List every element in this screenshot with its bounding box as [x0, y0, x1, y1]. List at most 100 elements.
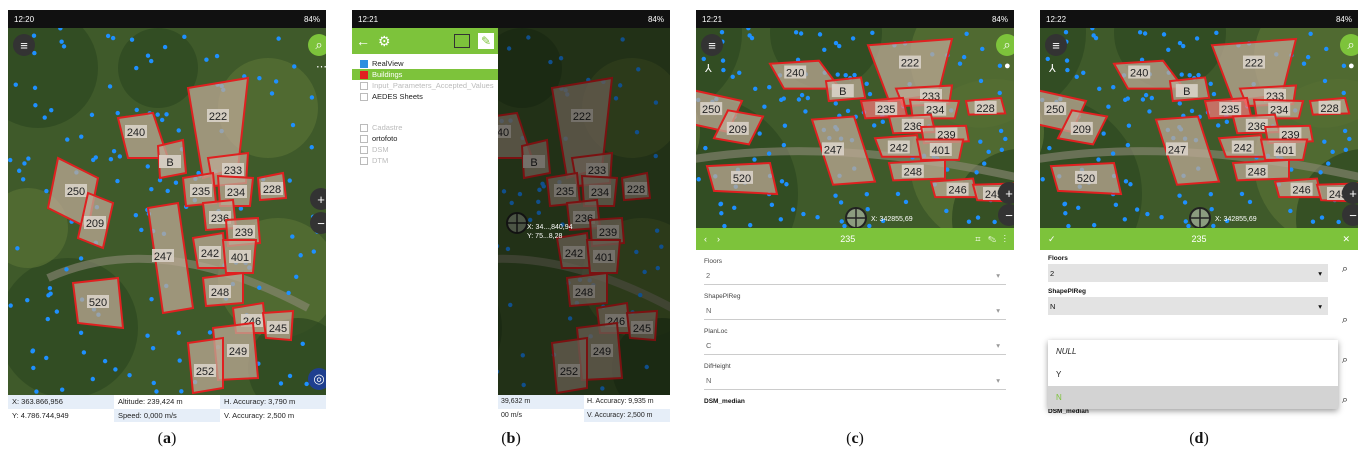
- survey-point[interactable]: [766, 151, 772, 156]
- survey-point[interactable]: [8, 303, 13, 308]
- survey-point[interactable]: [1308, 31, 1313, 36]
- survey-point[interactable]: [1143, 92, 1149, 98]
- planloc-select[interactable]: C ▾: [704, 337, 1006, 355]
- survey-point[interactable]: [309, 95, 315, 100]
- survey-point[interactable]: [134, 65, 139, 71]
- zoom-out-icon[interactable]: −: [1342, 204, 1358, 226]
- survey-point[interactable]: [1140, 97, 1146, 102]
- survey-point[interactable]: [944, 208, 949, 214]
- survey-point[interactable]: [1239, 191, 1245, 197]
- survey-point[interactable]: [1194, 36, 1200, 41]
- survey-point[interactable]: [149, 58, 154, 64]
- survey-point[interactable]: [1342, 128, 1348, 134]
- survey-point[interactable]: [696, 177, 701, 182]
- survey-point[interactable]: [850, 36, 856, 41]
- survey-point[interactable]: [8, 157, 13, 163]
- survey-point[interactable]: [784, 182, 789, 187]
- survey-point[interactable]: [986, 149, 991, 155]
- survey-point[interactable]: [867, 91, 873, 97]
- layer-item-dtm[interactable]: DTM: [352, 155, 498, 166]
- survey-point[interactable]: [42, 115, 47, 120]
- survey-point[interactable]: [992, 219, 997, 225]
- survey-point[interactable]: [1149, 95, 1155, 101]
- survey-point[interactable]: [1224, 119, 1230, 125]
- survey-point[interactable]: [133, 212, 139, 218]
- survey-point[interactable]: [798, 31, 804, 36]
- search-icon[interactable]: ⌕: [1342, 354, 1348, 367]
- survey-point[interactable]: [31, 365, 36, 371]
- survey-point[interactable]: [13, 82, 18, 87]
- survey-point[interactable]: [998, 128, 1004, 134]
- survey-point[interactable]: [817, 32, 823, 37]
- survey-point[interactable]: [752, 157, 757, 162]
- survey-point[interactable]: [747, 222, 753, 228]
- survey-point[interactable]: [964, 31, 969, 36]
- survey-point[interactable]: [129, 37, 135, 42]
- zoom-in-icon[interactable]: +: [998, 182, 1014, 204]
- measure-icon[interactable]: ⅄: [705, 62, 712, 75]
- survey-point[interactable]: [1111, 85, 1116, 90]
- survey-point[interactable]: [721, 67, 726, 73]
- survey-point[interactable]: [790, 207, 796, 212]
- survey-point[interactable]: [1177, 193, 1182, 198]
- survey-point[interactable]: [1211, 91, 1217, 97]
- survey-point[interactable]: [117, 154, 123, 159]
- survey-point[interactable]: [1183, 219, 1188, 224]
- survey-point[interactable]: [1125, 96, 1131, 101]
- survey-point[interactable]: [34, 389, 39, 394]
- survey-point[interactable]: [176, 128, 181, 133]
- survey-point[interactable]: [781, 96, 787, 101]
- survey-point[interactable]: [1318, 170, 1323, 175]
- survey-point[interactable]: [214, 53, 220, 59]
- survey-point[interactable]: [762, 104, 767, 109]
- chat-icon[interactable]: ●: [1348, 60, 1355, 72]
- survey-point[interactable]: [1301, 61, 1307, 66]
- survey-point[interactable]: [107, 84, 113, 89]
- survey-point[interactable]: [105, 33, 111, 39]
- survey-point[interactable]: [839, 219, 844, 224]
- survey-point[interactable]: [64, 267, 69, 272]
- survey-point[interactable]: [838, 200, 844, 205]
- survey-point[interactable]: [1106, 104, 1111, 109]
- dropdown-option-null[interactable]: NULL: [1048, 340, 1338, 363]
- survey-point[interactable]: [145, 164, 150, 169]
- survey-point[interactable]: [311, 249, 317, 254]
- survey-point[interactable]: [966, 219, 972, 224]
- zoom-out-icon[interactable]: −: [310, 212, 326, 234]
- drawer-scrim[interactable]: [498, 28, 670, 422]
- survey-point[interactable]: [864, 191, 869, 197]
- survey-point[interactable]: [1187, 73, 1192, 78]
- survey-point[interactable]: [1096, 157, 1101, 162]
- survey-point[interactable]: [737, 70, 742, 75]
- survey-point[interactable]: [1047, 145, 1052, 151]
- survey-point[interactable]: [961, 54, 967, 60]
- survey-point[interactable]: [895, 191, 901, 197]
- back-arrow-icon[interactable]: ←: [356, 33, 370, 49]
- survey-point[interactable]: [273, 79, 279, 84]
- survey-point[interactable]: [730, 74, 735, 79]
- survey-point[interactable]: [150, 345, 156, 351]
- survey-point[interactable]: [805, 95, 811, 101]
- survey-point[interactable]: [757, 131, 762, 136]
- edit-geometry-icon[interactable]: ⌗: [975, 234, 980, 244]
- survey-point[interactable]: [793, 30, 799, 35]
- survey-point[interactable]: [1247, 199, 1253, 205]
- survey-point[interactable]: [1182, 200, 1188, 205]
- survey-point[interactable]: [732, 205, 737, 210]
- survey-point[interactable]: [701, 56, 706, 62]
- survey-point[interactable]: [1142, 31, 1148, 36]
- survey-point[interactable]: [1137, 30, 1143, 35]
- map-view[interactable]: 240 B 222 233 228 250 209 235 234 236 239 247 242 401…: [696, 28, 1014, 228]
- survey-point[interactable]: [865, 207, 870, 212]
- survey-point[interactable]: [65, 137, 70, 142]
- survey-point[interactable]: [139, 227, 144, 233]
- survey-point[interactable]: [176, 330, 181, 336]
- survey-point[interactable]: [1076, 205, 1081, 210]
- search-icon[interactable]: ⌕: [1342, 263, 1348, 276]
- survey-point[interactable]: [1064, 58, 1070, 63]
- survey-point[interactable]: [1177, 101, 1182, 106]
- survey-point[interactable]: [207, 330, 213, 335]
- survey-point[interactable]: [45, 316, 50, 322]
- survey-point[interactable]: [903, 199, 909, 205]
- zoom-in-icon[interactable]: +: [310, 188, 326, 210]
